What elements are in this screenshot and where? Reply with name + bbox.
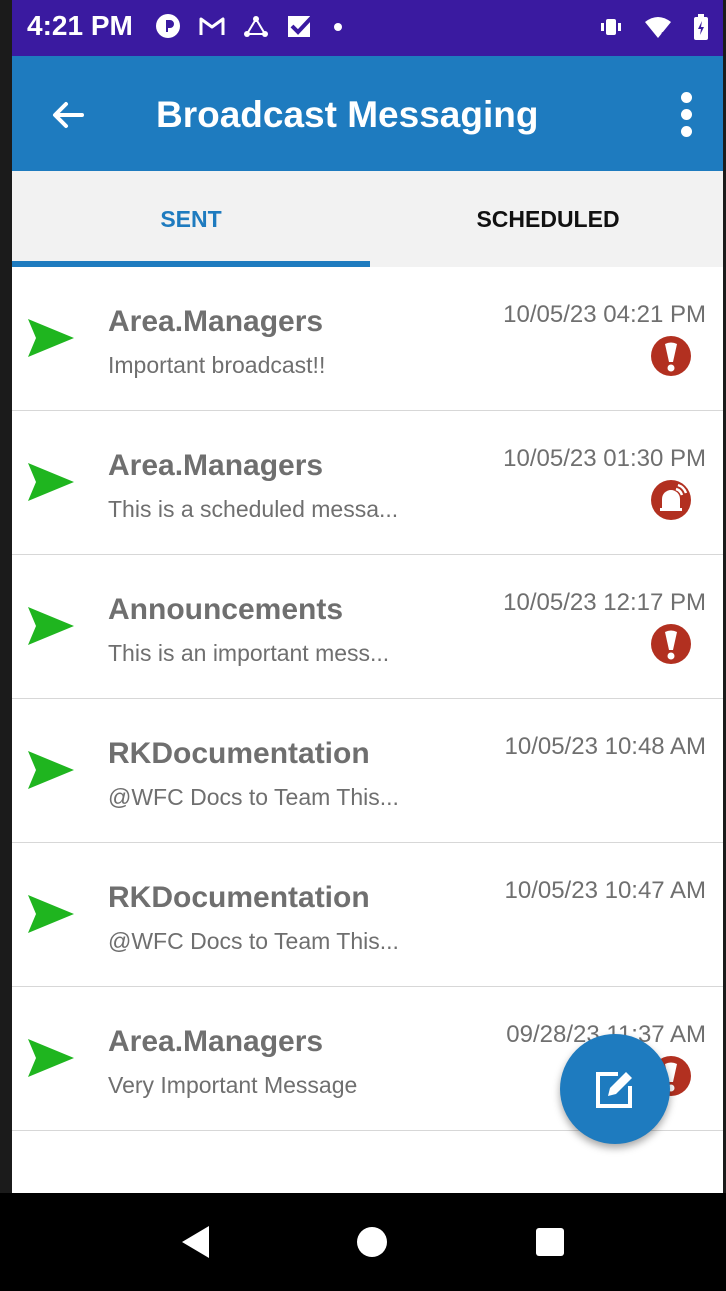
vibrate-icon <box>600 16 622 43</box>
status-icons-left <box>155 10 343 46</box>
status-bar: 4:21 PM s <box>0 0 726 56</box>
more-vert-icon <box>680 91 692 103</box>
message-time: 10/05/23 10:48 AM <box>504 733 707 760</box>
tab-sent[interactable]: SENT <box>12 171 370 267</box>
message-time: 10/05/23 10:47 AM <box>504 877 707 904</box>
more-vert-dot <box>680 108 692 120</box>
message-sender: RKDocumentation <box>108 737 370 770</box>
status-icons-right: s <box>600 13 708 45</box>
message-sender: Area.Managers <box>108 1025 324 1058</box>
message-preview: Very Important Message <box>108 1072 358 1098</box>
send-icon <box>28 607 74 645</box>
message-preview: This is a scheduled messa... <box>108 496 399 522</box>
nav-recents-button[interactable] <box>523 1215 577 1269</box>
message-row[interactable]: Area.Managers Important broadcast!! 10/0… <box>0 267 726 411</box>
checkbox-icon <box>287 13 315 44</box>
battery-icon <box>694 13 708 45</box>
message-sender: Area.Managers <box>108 305 324 338</box>
send-icon <box>28 463 74 501</box>
message-row[interactable]: Area.Managers This is a scheduled messa.… <box>0 411 726 555</box>
compose-button[interactable] <box>560 1034 670 1144</box>
screen: 4:21 PM s Broadcast Messaging SENT SCHED… <box>0 0 726 1291</box>
message-time: 10/05/23 12:17 PM <box>503 589 706 616</box>
nav-home-button[interactable] <box>345 1215 399 1269</box>
send-icon <box>28 751 74 789</box>
more-options-button[interactable] <box>666 84 706 144</box>
message-preview: Important broadcast!! <box>108 352 326 378</box>
network-icon <box>243 14 269 43</box>
message-preview: This is an important mess... <box>108 640 390 666</box>
page-title: Broadcast Messaging <box>156 94 539 135</box>
triangle-back-icon <box>182 1226 209 1258</box>
alarm-icon <box>651 480 691 520</box>
compose-icon <box>596 1072 632 1108</box>
message-sender: RKDocumentation <box>108 881 370 914</box>
message-row[interactable]: Announcements This is an important mess.… <box>0 555 726 699</box>
svg-text:s: s <box>661 30 666 39</box>
message-preview: @WFC Docs to Team This... <box>108 784 399 810</box>
exclamation-icon <box>651 336 691 376</box>
gmail-icon <box>199 15 225 42</box>
nav-back-button[interactable] <box>168 1215 222 1269</box>
more-vert-dot <box>680 125 692 137</box>
message-row[interactable]: RKDocumentation @WFC Docs to Team This..… <box>0 843 726 987</box>
message-preview: @WFC Docs to Team This... <box>108 928 399 954</box>
back-button[interactable] <box>42 89 94 141</box>
arrow-back-icon <box>53 102 84 128</box>
status-time: 4:21 PM <box>27 10 133 41</box>
screen-edge-left <box>0 0 12 1193</box>
square-recents-icon <box>536 1228 564 1256</box>
message-sender: Announcements <box>108 593 344 626</box>
dot-icon <box>333 19 343 37</box>
system-nav-bar <box>0 1193 726 1291</box>
exclamation-icon <box>651 624 691 664</box>
send-icon <box>28 319 74 357</box>
send-icon <box>28 895 74 933</box>
app-bar: Broadcast Messaging <box>0 56 726 171</box>
tab-scheduled[interactable]: SCHEDULED <box>370 171 726 267</box>
message-sender: Area.Managers <box>108 449 324 482</box>
message-list: Area.Managers Important broadcast!! 10/0… <box>0 267 726 1131</box>
message-time: 10/05/23 04:21 PM <box>503 301 706 328</box>
message-row[interactable]: RKDocumentation @WFC Docs to Team This..… <box>0 699 726 843</box>
message-time: 10/05/23 01:30 PM <box>503 445 706 472</box>
send-icon <box>28 1039 74 1077</box>
circle-home-icon <box>357 1227 387 1257</box>
wifi-icon: s <box>644 15 672 44</box>
tab-bar: SENT SCHEDULED <box>0 171 726 267</box>
record-icon <box>155 13 181 44</box>
